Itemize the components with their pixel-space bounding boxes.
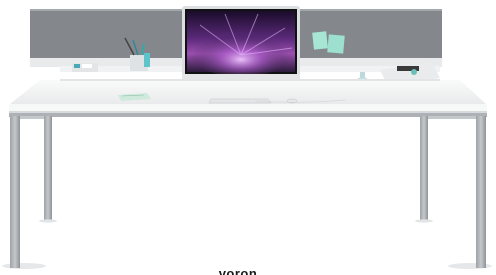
product-photo: voron — [0, 0, 496, 275]
brand-caption: voron — [218, 266, 258, 275]
desktop-surface — [9, 79, 487, 113]
desk-illustration — [2, 6, 492, 269]
desk-tray-left — [72, 63, 98, 72]
keyboard — [208, 98, 272, 104]
table-frame — [9, 113, 487, 268]
